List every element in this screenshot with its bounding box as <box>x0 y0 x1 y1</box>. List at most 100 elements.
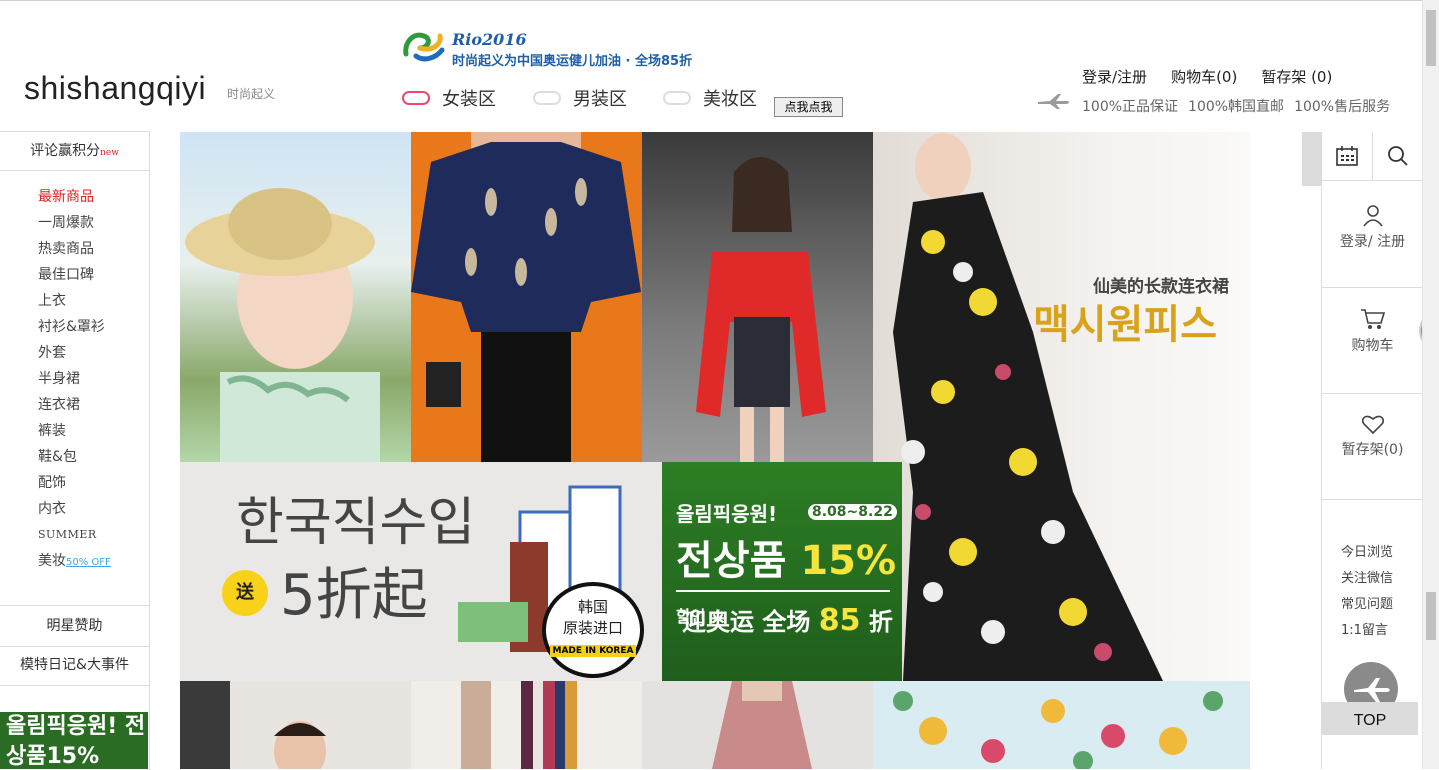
cart-icon <box>1360 309 1385 329</box>
model-photo <box>893 691 1223 769</box>
dress-title: 맥시원피스 <box>1033 302 1217 348</box>
tab-beauty[interactable]: 美妆区 <box>663 87 757 110</box>
click-me-button[interactable]: 点我点我 <box>774 97 843 117</box>
olympic-side-banner[interactable]: 올림픽응원! 전상품15% <box>0 712 148 769</box>
product-photo-bottom-4[interactable] <box>873 681 1250 769</box>
top-label: TOP <box>1322 702 1418 735</box>
left-category-nav: 评论赢积分new 最新商品 一周爆款 热卖商品 最佳口碑 上衣 衬衫&罩衫 外套… <box>0 131 150 770</box>
rb-login-label: 登录/ 注册 <box>1339 234 1406 250</box>
category-new-arrivals[interactable]: 最新商品 <box>38 184 111 210</box>
radio-pill-icon <box>533 91 561 105</box>
radio-pill-icon <box>663 91 691 105</box>
tab-label: 美妆区 <box>703 89 757 110</box>
page-scrollbar-thumb[interactable] <box>1426 10 1436 66</box>
shelf-link[interactable]: 暂存架 (0) <box>1261 66 1332 87</box>
rb-shelf-label: 暂存架(0) <box>1341 442 1404 458</box>
rb-faq[interactable]: 常见问题 <box>1341 592 1393 618</box>
right-quick-bar: 登录/ 注册 购物车 暂存架(0) 今日浏览 关注微信 常见问题 1:1留言 T… <box>1321 132 1423 769</box>
rb-message[interactable]: 1:1留言 <box>1341 618 1393 644</box>
category-outerwear[interactable]: 外套 <box>38 340 111 366</box>
model-photo <box>185 188 380 462</box>
review-label: 评论赢积分 <box>30 143 101 159</box>
category-summer[interactable]: SUMMER <box>38 522 111 548</box>
promo-maxi-dress[interactable]: 仙美的长款连衣裙 맥시원피스 <box>873 132 1250 681</box>
content-scroll-thumb[interactable] <box>1302 132 1321 186</box>
category-list: 最新商品 一周爆款 热卖商品 最佳口碑 上衣 衬衫&罩衫 外套 半身裙 连衣裙 … <box>38 184 111 574</box>
model-photo <box>893 133 1163 681</box>
rb-today-viewed[interactable]: 今日浏览 <box>1341 540 1393 566</box>
tab-men[interactable]: 男装区 <box>533 87 627 110</box>
back-to-top-button[interactable]: TOP <box>1322 662 1423 738</box>
category-shirts-blouses[interactable]: 衬衫&罩衫 <box>38 314 111 340</box>
rb-link-list: 今日浏览 关注微信 常见问题 1:1留言 <box>1341 540 1393 644</box>
category-pants[interactable]: 裤装 <box>38 418 111 444</box>
rio-title: Rio2016 <box>452 30 527 49</box>
rio-promo-text[interactable]: 时尚起义为中国奥运健儿加油 · 全场85折 <box>452 50 692 69</box>
model-photo <box>712 681 812 769</box>
heart-icon <box>1361 415 1384 435</box>
rb-login-register[interactable]: 登录/ 注册 <box>1322 181 1423 288</box>
badge-line-1: 韩国 <box>577 598 608 616</box>
rb-cart[interactable]: 购物车 <box>1322 287 1423 394</box>
category-hot-sellers[interactable]: 热卖商品 <box>38 236 111 262</box>
airplane-icon <box>1038 94 1070 109</box>
category-accessories[interactable]: 配饰 <box>38 470 111 496</box>
guarantee-direct-mail: 100%韩国直邮 <box>1188 99 1285 115</box>
product-photo-straw-hat[interactable] <box>180 132 411 462</box>
login-register-link[interactable]: 登录/注册 <box>1082 66 1147 87</box>
product-photo-feather-blouse[interactable] <box>411 132 642 462</box>
olympic-percent: 15% <box>800 538 897 584</box>
site-logo[interactable]: shishangqiyi <box>24 70 206 107</box>
celebrity-sponsor-link[interactable]: 明星赞助 <box>0 605 149 647</box>
rb-follow-wechat[interactable]: 关注微信 <box>1341 566 1393 592</box>
tab-women[interactable]: 女装区 <box>402 87 496 110</box>
new-badge: new <box>100 148 119 158</box>
korea-import-title: 한국직수입 <box>236 493 476 553</box>
product-photo-bottom-1[interactable] <box>180 681 411 769</box>
olympic-promo-number: 85 <box>818 603 861 638</box>
page-scrollbar-marker <box>1426 592 1436 640</box>
product-photo-red-sweater[interactable] <box>642 132 873 462</box>
rb-shelf[interactable]: 暂存架(0) <box>1322 393 1423 500</box>
model-photo <box>180 681 326 769</box>
divider <box>676 590 890 592</box>
olympic-dates: 8.08~8.22 <box>808 504 897 520</box>
model-diary-link[interactable]: 模特日记&大事件 <box>0 645 149 686</box>
user-icon <box>1362 205 1383 227</box>
top-border <box>0 0 1422 1</box>
olympic-promo-suffix: 折 <box>868 608 893 636</box>
promo-korea-import[interactable]: 한국직수입 5折起 送 韩国 原装进口 MADE IN KOREA <box>180 462 662 681</box>
top-links: 登录/注册 购物车(0) 暂存架 (0) <box>1082 66 1332 87</box>
olympic-promo-prefix: 迎奥运 全场 <box>682 608 811 636</box>
olympic-cheer-text: 올림픽응원! <box>676 502 778 526</box>
tab-label: 男装区 <box>573 89 627 110</box>
quick-icons <box>1322 132 1423 181</box>
product-photo-bottom-3[interactable] <box>642 681 873 769</box>
category-dresses[interactable]: 连衣裙 <box>38 392 111 418</box>
category-best-reviews[interactable]: 最佳口碑 <box>38 262 111 288</box>
page-scrollbar[interactable] <box>1422 0 1439 769</box>
search-icon[interactable] <box>1373 132 1423 180</box>
category-shoes-bags[interactable]: 鞋&包 <box>38 444 111 470</box>
review-points-link[interactable]: 评论赢积分new <box>0 132 149 171</box>
olympic-all-products: 전상품 <box>676 538 787 584</box>
model-photo <box>696 157 826 462</box>
promo-olympic-sale[interactable]: 올림픽응원! 8.08~8.22 전상품 15% 할인 迎奥运 全场 85 折 <box>662 462 902 681</box>
guarantee-service: 100%售后服务 <box>1294 99 1391 115</box>
product-photo-bottom-2[interactable] <box>411 681 642 769</box>
guarantee-list: 100%正品保证 100%韩国直邮 100%售后服务 <box>1082 96 1390 116</box>
category-tops[interactable]: 上衣 <box>38 288 111 314</box>
badge-line-3: MADE IN KOREA <box>549 645 637 657</box>
category-beauty[interactable]: 美妆50% OFF <box>38 548 111 574</box>
category-skirts[interactable]: 半身裙 <box>38 366 111 392</box>
tab-label: 女装区 <box>442 89 496 110</box>
olympic-chinese-promo: 迎奥运 全场 85 折 <box>682 602 893 638</box>
category-underwear[interactable]: 内衣 <box>38 496 111 522</box>
cart-link[interactable]: 购物车(0) <box>1171 66 1237 87</box>
beauty-discount-badge: 50% OFF <box>66 557 111 568</box>
category-weekly-hits[interactable]: 一周爆款 <box>38 210 111 236</box>
calendar-icon[interactable] <box>1322 132 1373 180</box>
rio-olympics-logo <box>403 32 445 62</box>
badge-line-2: 原装进口 <box>562 619 623 637</box>
model-photo <box>411 132 641 462</box>
